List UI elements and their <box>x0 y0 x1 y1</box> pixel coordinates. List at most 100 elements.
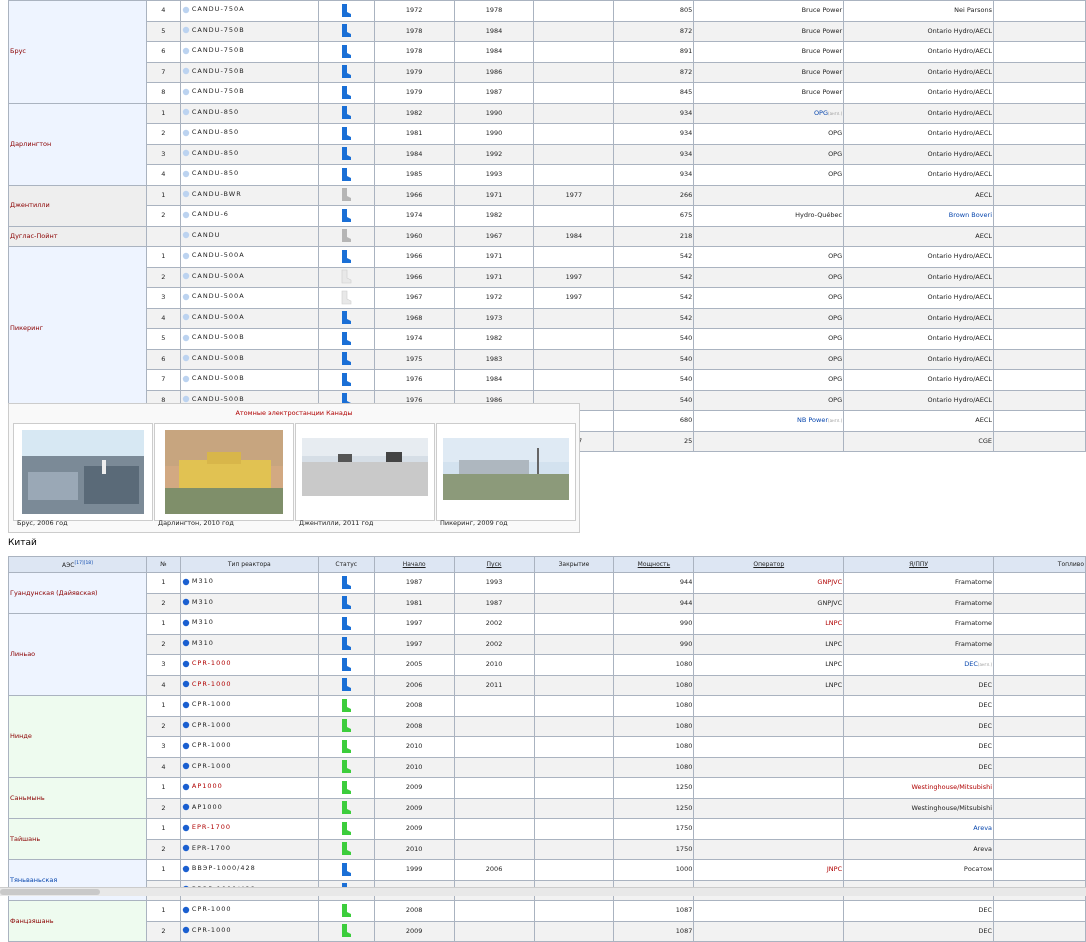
builder-link[interactable]: Ontario Hydro/AECL <box>927 47 992 55</box>
header-grid[interactable]: Пуск <box>453 556 535 573</box>
builder[interactable]: Framatome <box>843 633 995 655</box>
builder[interactable]: Ontario Hydro/AECL <box>843 143 995 165</box>
operator-link[interactable]: OPG <box>828 334 842 342</box>
operator[interactable]: OPG <box>693 389 845 411</box>
builder[interactable]: DEC <box>843 695 995 717</box>
operator-link[interactable]: OPG <box>828 273 842 281</box>
reactor-type-label[interactable]: CANDU-750B <box>182 42 245 59</box>
reactor-type-text[interactable]: EPR-1700 <box>192 840 231 857</box>
reactor-type[interactable]: CANDU-6 <box>179 205 319 227</box>
reactor-type-label[interactable]: CANDU-BWR <box>182 186 242 203</box>
builder[interactable]: Westinghouse/Mitsubishi <box>843 777 995 799</box>
reactor-type-text[interactable]: CANDU-750A <box>192 1 245 18</box>
reactor-type-text[interactable]: M310 <box>192 614 214 631</box>
reactor-type-label[interactable]: AP1000 <box>182 799 223 816</box>
reactor-type[interactable]: M310 <box>179 613 319 635</box>
builder-link[interactable]: Ontario Hydro/AECL <box>927 334 992 342</box>
reactor-type-label[interactable]: M310 <box>182 573 214 590</box>
reactor-type-label[interactable]: CPR-1000 <box>182 717 232 734</box>
reactor-type-text[interactable]: CANDU-750B <box>192 42 245 59</box>
builder[interactable]: Ontario Hydro/AECL <box>843 246 995 268</box>
reactor-type-text[interactable]: CPR-1000 <box>192 737 232 754</box>
builder-link[interactable]: AECL <box>975 191 992 199</box>
builder-lang-note[interactable]: (англ.) <box>978 662 992 667</box>
reactor-type-text[interactable]: CANDU-500A <box>192 247 245 264</box>
header-operator[interactable]: Оператор <box>693 556 845 573</box>
reactor-type-label[interactable]: CPR-1000 <box>182 676 232 693</box>
reactor-type-text[interactable]: AP1000 <box>192 799 223 816</box>
reactor-type[interactable]: CANDU-850 <box>179 102 319 124</box>
header-type[interactable]: Тип реактора <box>179 556 319 573</box>
builder-link[interactable]: Framatome <box>955 599 992 607</box>
operator-lang-note[interactable]: (англ.) <box>828 111 842 116</box>
builder-link[interactable]: Brown Boveri <box>949 211 992 219</box>
plant-name-link[interactable]: Пикеринг <box>8 246 147 411</box>
reactor-type-label[interactable]: CPR-1000 <box>182 737 232 754</box>
operator-link[interactable]: Bruce Power <box>802 47 843 55</box>
builder[interactable]: Framatome <box>843 592 995 614</box>
operator-link[interactable]: LNPC <box>825 660 842 668</box>
reactor-type-label[interactable]: CANDU-750B <box>182 83 245 100</box>
operator-link[interactable]: OPG <box>828 293 842 301</box>
builder-link[interactable]: CGE <box>978 437 992 445</box>
builder[interactable]: Ontario Hydro/AECL <box>843 41 995 63</box>
builder-link[interactable]: Ontario Hydro/AECL <box>927 150 992 158</box>
builder[interactable]: Ontario Hydro/AECL <box>843 348 995 370</box>
builder-link[interactable]: DEC <box>978 906 992 914</box>
builder[interactable]: Ontario Hydro/AECL <box>843 307 995 329</box>
builder[interactable]: CGE <box>843 430 995 452</box>
reactor-type-text[interactable]: CPR-1000 <box>192 758 232 775</box>
operator[interactable]: OPG <box>693 246 845 268</box>
builder-link[interactable]: DEC <box>978 927 992 935</box>
operator[interactable]: OPG <box>693 287 845 309</box>
builder-link[interactable]: Ontario Hydro/AECL <box>927 27 992 35</box>
reactor-type-label[interactable]: CANDU-850 <box>182 124 239 141</box>
builder[interactable]: Ontario Hydro/AECL <box>843 287 995 309</box>
header-start[interactable]: Начало <box>373 556 455 573</box>
reactor-type-text[interactable]: CANDU-500A <box>192 268 245 285</box>
reactor-type-text[interactable]: CANDU-BWR <box>192 186 242 203</box>
operator[interactable]: OPG <box>693 307 845 329</box>
operator-link[interactable]: OPG <box>828 355 842 363</box>
operator[interactable]: OPG <box>693 164 845 186</box>
builder-link[interactable]: Ontario Hydro/AECL <box>927 396 992 404</box>
builder-link[interactable]: AECL <box>975 416 992 424</box>
operator-link[interactable]: OPG <box>828 396 842 404</box>
reactor-type-text[interactable]: ВВЭР-1000/428 <box>192 860 256 877</box>
plant-name-link[interactable]: Дарлингтон <box>8 102 147 186</box>
reactor-type-label[interactable]: CPR-1000 <box>182 655 232 672</box>
reactor-type[interactable]: CPR-1000 <box>179 715 319 737</box>
operator-link[interactable]: OPG <box>828 170 842 178</box>
builder[interactable]: Ontario Hydro/AECL <box>843 82 995 104</box>
reactor-type[interactable]: CANDU-750B <box>179 61 319 83</box>
reactor-type-text[interactable]: EPR-1700 <box>192 819 231 836</box>
builder[interactable]: DEC <box>843 920 995 942</box>
builder-link[interactable]: DEC <box>978 681 992 689</box>
reactor-type-label[interactable]: M310 <box>182 614 214 631</box>
operator-lang-note[interactable]: (англ.) <box>828 418 842 423</box>
reactor-type[interactable]: CPR-1000 <box>179 736 319 758</box>
reactor-type[interactable]: M310 <box>179 572 319 594</box>
operator[interactable]: OPG(англ.) <box>693 102 845 124</box>
operator[interactable]: Hydro-Québec <box>693 205 845 227</box>
plant-name-link[interactable]: Джентилли <box>8 184 147 227</box>
builder-link[interactable]: Framatome <box>955 619 992 627</box>
plant-name-link[interactable]: Гуандунская (Дайявская) <box>8 572 147 614</box>
header-close[interactable]: Закрытие <box>533 556 615 573</box>
reactor-type-text[interactable]: CANDU-750B <box>192 63 245 80</box>
reactor-type[interactable]: CANDU-500B <box>179 328 319 350</box>
operator[interactable]: OPG <box>693 123 845 145</box>
reactor-type[interactable]: CANDU-750A <box>179 0 319 22</box>
operator[interactable]: GNPJVC <box>693 592 845 614</box>
builder-link[interactable]: Ontario Hydro/AECL <box>927 88 992 96</box>
reactor-type-label[interactable]: CPR-1000 <box>182 758 232 775</box>
reactor-type-label[interactable]: EPR-1700 <box>182 819 231 836</box>
builder-link[interactable]: Westinghouse/Mitsubishi <box>911 804 992 812</box>
reactor-type-text[interactable]: CANDU <box>192 227 221 244</box>
operator-link[interactable]: JNPC <box>827 865 842 873</box>
reactor-type-label[interactable]: CANDU-750B <box>182 63 245 80</box>
reactor-type-label[interactable]: CANDU-750B <box>182 22 245 39</box>
reactor-type-label[interactable]: CPR-1000 <box>182 696 232 713</box>
operator[interactable]: Bruce Power <box>693 82 845 104</box>
reactor-type[interactable]: CANDU-850 <box>179 123 319 145</box>
